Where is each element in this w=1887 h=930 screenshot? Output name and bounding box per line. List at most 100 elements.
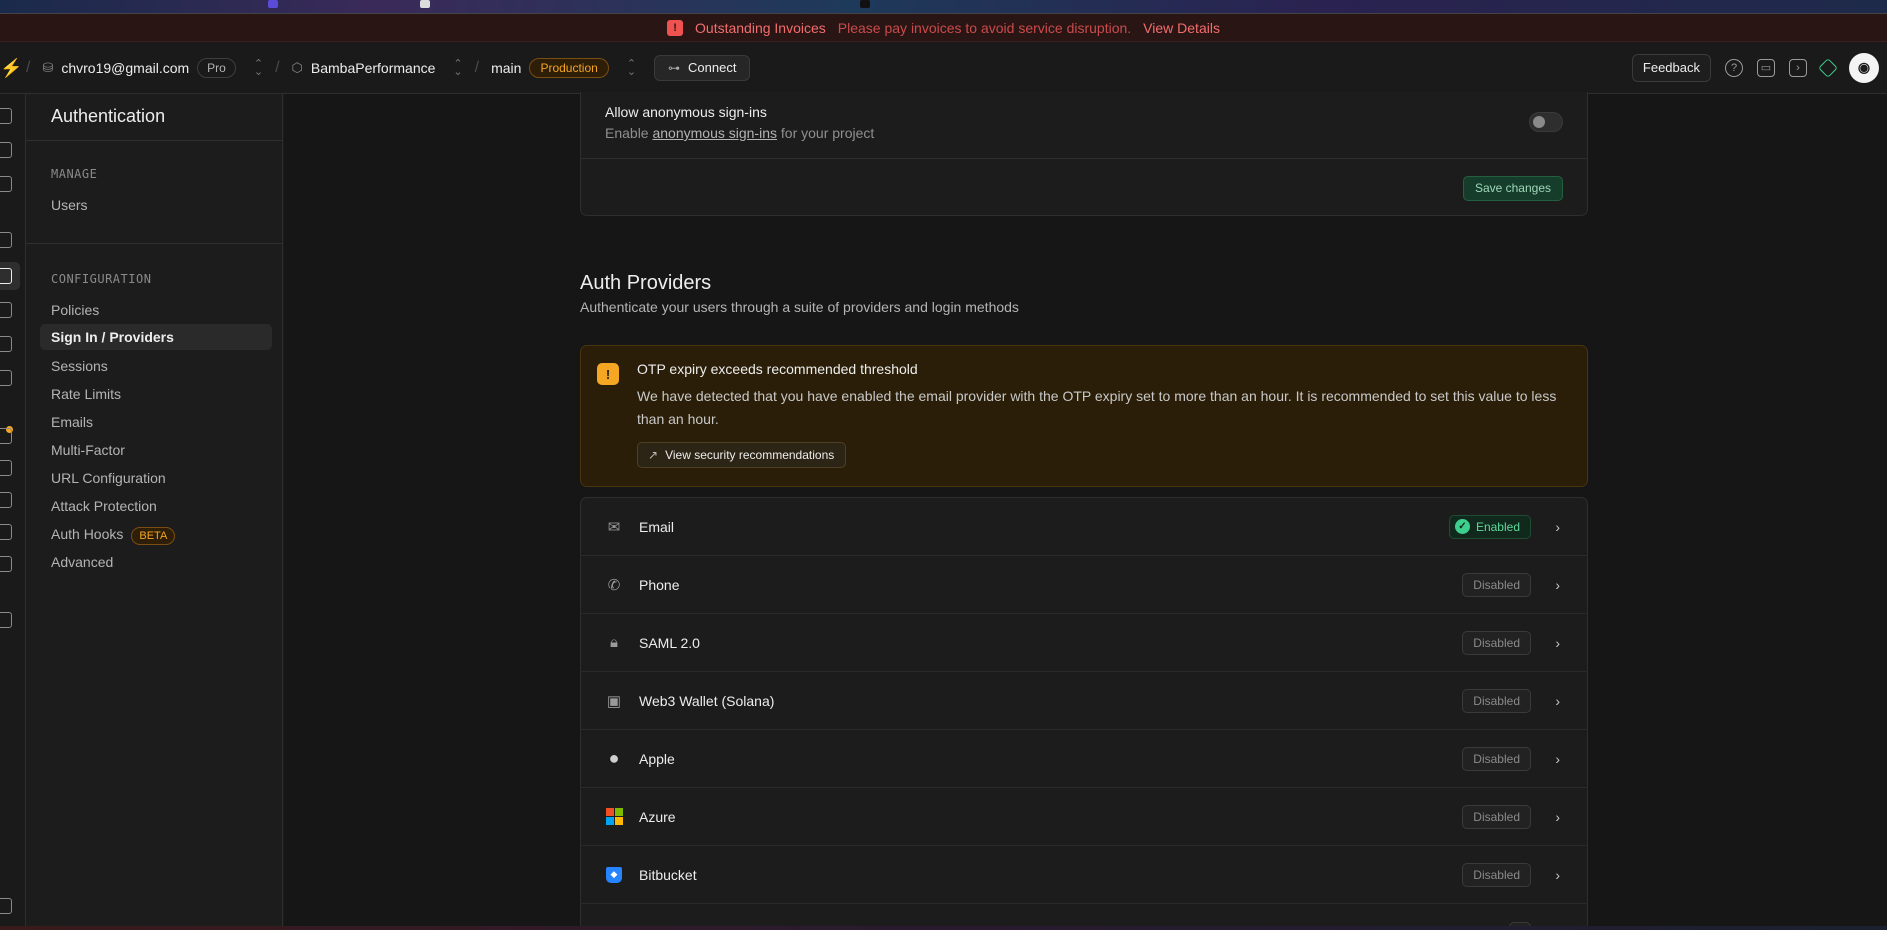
save-changes-button[interactable]: Save changes (1462, 176, 1563, 201)
status-badge: Disabled (1462, 572, 1531, 597)
divider (581, 158, 1587, 159)
inbox-icon[interactable]: ▭ (1757, 58, 1775, 77)
chevron-up-down-icon[interactable]: ⌃ ⌄ (254, 58, 263, 77)
integrations-icon[interactable] (0, 556, 12, 572)
sidebar-item-advanced[interactable]: Advanced (51, 554, 113, 570)
plug-icon: ⊶ (668, 60, 681, 75)
status-label: Enabled (1475, 519, 1520, 534)
user-avatar[interactable]: ◉ (1849, 52, 1879, 83)
bitbucket-icon: ◆ (605, 866, 623, 884)
help-icon[interactable]: ? (1725, 58, 1743, 77)
table-editor-icon[interactable] (0, 142, 12, 158)
branch-selector[interactable]: main Production ⌃ ⌄ (491, 57, 636, 78)
terminal-icon[interactable]: › (1789, 58, 1807, 77)
lock-icon: 🔒︎ (610, 634, 618, 651)
provider-name: Azure (639, 808, 676, 825)
provider-name: Apple (639, 750, 675, 767)
external-link-icon: ↗ (648, 448, 659, 462)
sidebar-item-multi-factor[interactable]: Multi-Factor (51, 442, 125, 458)
project-selector[interactable]: ⬡ BambaPerformance ⌃ ⌄ (292, 58, 463, 77)
provider-row-email[interactable]: ✉ Email ✓ Enabled › (581, 498, 1587, 556)
database-icon[interactable] (0, 232, 12, 248)
auth-icon[interactable] (0, 268, 12, 284)
chevron-right-icon: › (1555, 866, 1560, 883)
azure-icon (605, 808, 623, 826)
home-icon[interactable] (0, 108, 12, 124)
banner-title: Outstanding Invoices (695, 19, 826, 36)
anonymous-signins-card: Allow anonymous sign-ins Enable anonymou… (580, 92, 1588, 216)
feedback-button[interactable]: Feedback (1631, 53, 1711, 82)
view-security-recommendations-button[interactable]: ↗ View security recommendations (637, 442, 847, 468)
provider-name: Phone (639, 576, 680, 593)
sidebar-item-url-configuration[interactable]: URL Configuration (51, 470, 166, 486)
alert-message: We have detected that you have enabled t… (637, 388, 1557, 427)
chevron-up-down-icon[interactable]: ⌃ ⌄ (453, 58, 462, 77)
desc-suffix: for your project (780, 125, 875, 141)
provider-row-phone[interactable]: ✆ Phone Disabled › (581, 556, 1587, 614)
advisor-icon[interactable] (1818, 57, 1838, 78)
provider-name: Email (639, 518, 675, 535)
advisors-icon[interactable] (0, 428, 12, 444)
organization-icon: ⛁ (42, 59, 54, 75)
manage-heading: MANAGE (51, 167, 98, 181)
sidebar-item-emails[interactable]: Emails (51, 414, 93, 430)
status-badge: Disabled (1462, 630, 1531, 655)
settings-gear-icon[interactable] (0, 612, 12, 628)
anonymous-signins-title: Allow anonymous sign-ins (605, 104, 767, 120)
auth-sidebar: Authentication MANAGE Users CONFIGURATIO… (26, 94, 283, 930)
chevron-right-icon: › (1555, 808, 1560, 825)
apple-icon: ● (608, 748, 620, 768)
wallet-icon: ▣ (606, 692, 622, 710)
sidebar-item-rate-limits[interactable]: Rate Limits (51, 386, 121, 402)
storage-icon[interactable] (0, 302, 12, 318)
provider-row-saml[interactable]: 🔒︎ SAML 2.0 Disabled › (581, 614, 1587, 672)
sidebar-item-auth-hooks[interactable]: Auth Hooks BETA (51, 526, 176, 545)
api-docs-icon[interactable] (0, 524, 12, 540)
anonymous-signins-link[interactable]: anonymous sign-ins (652, 125, 777, 141)
sidebar-item-sessions[interactable]: Sessions (51, 358, 108, 374)
check-circle-icon: ✓ (1454, 519, 1470, 534)
status-badge: ✓ Enabled (1448, 514, 1531, 539)
auth-providers-title: Auth Providers (580, 272, 712, 294)
sidebar-item-attack-protection[interactable]: Attack Protection (51, 498, 157, 514)
provider-row-bitbucket[interactable]: ◆ Bitbucket Disabled › (581, 846, 1587, 904)
view-details-link[interactable]: View Details (1143, 20, 1220, 36)
connect-label: Connect (688, 60, 737, 75)
sidebar-item-policies[interactable]: Policies (51, 302, 99, 318)
breadcrumb-separator: / (474, 58, 480, 76)
edge-functions-icon[interactable] (0, 336, 12, 352)
provider-row-web3-wallet[interactable]: ▣ Web3 Wallet (Solana) Disabled › (581, 672, 1587, 730)
mail-icon: ✉ (607, 518, 621, 536)
logs-icon[interactable] (0, 492, 12, 508)
reports-icon[interactable] (0, 460, 12, 476)
status-badge: Disabled (1462, 862, 1531, 887)
auth-providers-description: Authenticate your users through a suite … (580, 299, 1019, 315)
org-selector[interactable]: ⛁ chvro19@gmail.com Pro ⌃ ⌄ (42, 57, 263, 78)
main-content: Allow anonymous sign-ins Enable anonymou… (284, 92, 1887, 930)
sidebar-item-users[interactable]: Users (51, 197, 88, 213)
chevron-right-icon: › (1555, 518, 1560, 535)
top-navigation-bar: ⚡ / ⛁ chvro19@gmail.com Pro ⌃ ⌄ / ⬡ Bamba… (0, 42, 1887, 94)
top-right-actions: Feedback ? ▭ › ◉ (1631, 52, 1879, 83)
supabase-logo-icon[interactable]: ⚡ (0, 58, 22, 78)
phone-icon: ✆ (607, 576, 621, 594)
divider (26, 243, 282, 244)
realtime-icon[interactable] (0, 370, 12, 386)
provider-row-apple[interactable]: ● Apple Disabled › (581, 730, 1587, 788)
collapse-sidebar-icon[interactable] (0, 898, 12, 914)
beta-badge: BETA (131, 527, 176, 545)
branch-name: main (491, 59, 522, 76)
anonymous-signins-toggle[interactable] (1529, 112, 1563, 132)
chevron-right-icon: › (1555, 692, 1560, 709)
providers-list: ✉ Email ✓ Enabled › ✆ Phone Disabled › 🔒︎… (580, 497, 1588, 930)
chevron-right-icon: › (1555, 634, 1560, 651)
sidebar-item-sign-in-providers[interactable]: Sign In / Providers (40, 324, 272, 350)
provider-row-azure[interactable]: Azure Disabled › (581, 788, 1587, 846)
status-badge: Disabled (1462, 746, 1531, 771)
sql-editor-icon[interactable] (0, 176, 12, 192)
chevron-up-down-icon[interactable]: ⌃ ⌄ (627, 58, 636, 77)
connect-button[interactable]: ⊶ Connect (654, 54, 751, 81)
desc-prefix: Enable (605, 125, 649, 141)
browser-tab-strip (0, 0, 1887, 14)
warning-icon: ! (667, 19, 684, 36)
